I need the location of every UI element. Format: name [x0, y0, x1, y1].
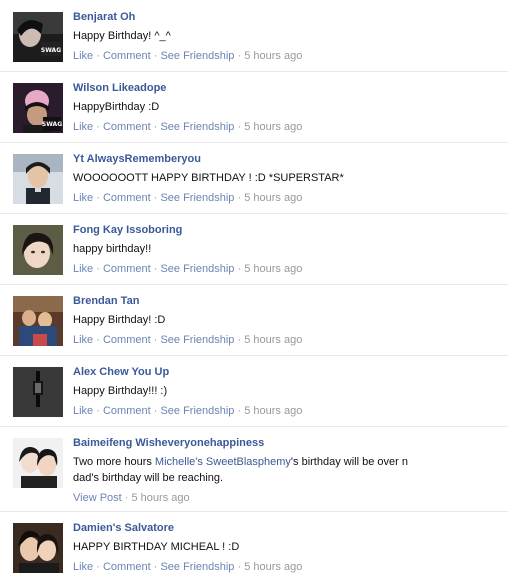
separator: ·	[93, 192, 103, 204]
separator: ·	[234, 334, 245, 346]
comment-link[interactable]: Comment	[103, 334, 151, 346]
view-post-link[interactable]: View Post	[73, 492, 122, 504]
avatar[interactable]	[13, 367, 63, 417]
post-actions: Like · Comment · See Friendship · 5 hour…	[73, 120, 508, 134]
post-actions: Like · Comment · See Friendship · 5 hour…	[73, 333, 508, 347]
separator: ·	[93, 263, 103, 275]
separator: ·	[93, 121, 103, 133]
avatar[interactable]	[13, 154, 63, 204]
separator: ·	[150, 50, 161, 62]
separator: ·	[150, 334, 161, 346]
post-actions: Like · Comment · See Friendship · 5 hour…	[73, 191, 508, 205]
separator: ·	[93, 405, 103, 417]
like-link[interactable]: Like	[73, 334, 93, 346]
wall-post: Baimeifeng Wisheveryonehappiness Two mor…	[0, 426, 508, 512]
wall-post: Yt AlwaysRememberyou WOOOOOOTT HAPPY BIR…	[0, 142, 508, 214]
post-timestamp[interactable]: 5 hours ago	[244, 405, 302, 417]
post-actions: View Post · 5 hours ago	[73, 491, 508, 505]
separator: ·	[150, 405, 161, 417]
separator: ·	[234, 263, 245, 275]
like-link[interactable]: Like	[73, 405, 93, 417]
post-author-name[interactable]: Benjarat Oh	[73, 10, 508, 24]
post-actions: Like · Comment · See Friendship · 5 hour…	[73, 404, 508, 418]
post-message: Happy Birthday!!! :)	[73, 385, 168, 397]
like-link[interactable]: Like	[73, 50, 93, 62]
like-link[interactable]: Like	[73, 263, 93, 275]
see-friendship-link[interactable]: See Friendship	[160, 334, 234, 346]
post-message: HAPPY BIRTHDAY MICHEAL ! :D	[73, 541, 240, 553]
avatar-overlay-text: SWAG	[41, 47, 61, 54]
avatar-overlay-text: SWAG	[42, 121, 62, 128]
separator: ·	[150, 192, 161, 204]
see-friendship-link[interactable]: See Friendship	[160, 121, 234, 133]
comment-link[interactable]: Comment	[103, 263, 151, 275]
avatar[interactable]: SWAG	[13, 12, 63, 62]
comment-link[interactable]: Comment	[103, 192, 151, 204]
post-message-text: Two more hours	[73, 456, 155, 468]
separator: ·	[234, 405, 245, 417]
like-link[interactable]: Like	[73, 121, 93, 133]
like-link[interactable]: Like	[73, 192, 93, 204]
post-message: happy birthday!!	[73, 243, 152, 255]
like-link[interactable]: Like	[73, 561, 93, 573]
wall-post: SWAG Wilson Likeadope HappyBirthday :D L…	[0, 71, 508, 143]
avatar[interactable]	[13, 438, 63, 488]
see-friendship-link[interactable]: See Friendship	[160, 192, 234, 204]
separator: ·	[234, 561, 245, 573]
see-friendship-link[interactable]: See Friendship	[160, 561, 234, 573]
avatar[interactable]	[13, 296, 63, 346]
post-timestamp[interactable]: 5 hours ago	[244, 334, 302, 346]
post-author-name[interactable]: Fong Kay Issoboring	[73, 223, 508, 237]
post-timestamp[interactable]: 5 hours ago	[244, 121, 302, 133]
separator: ·	[93, 334, 103, 346]
comment-link[interactable]: Comment	[103, 50, 151, 62]
post-message: HappyBirthday :D	[73, 101, 160, 113]
post-message: Happy Birthday! :D	[73, 314, 166, 326]
wall-post: Brendan Tan Happy Birthday! :D Like · Co…	[0, 284, 508, 356]
separator: ·	[150, 263, 161, 275]
separator: ·	[234, 50, 245, 62]
comment-link[interactable]: Comment	[103, 561, 151, 573]
post-author-name[interactable]: Brendan Tan	[73, 294, 508, 308]
post-author-name[interactable]: Wilson Likeadope	[73, 81, 508, 95]
post-message: WOOOOOOTT HAPPY BIRTHDAY ! :D *SUPERSTAR…	[73, 172, 344, 184]
comment-link[interactable]: Comment	[103, 121, 151, 133]
comment-link[interactable]: Comment	[103, 405, 151, 417]
mention-link[interactable]: Michelle's SweetBlasphemy	[155, 456, 291, 468]
avatar[interactable]: SWAG	[13, 83, 63, 133]
post-author-name[interactable]: Damien's Salvatore	[73, 521, 508, 535]
wall-post: Alex Chew You Up Happy Birthday!!! :) Li…	[0, 355, 508, 427]
post-timestamp[interactable]: 5 hours ago	[132, 492, 190, 504]
separator: ·	[121, 492, 132, 504]
see-friendship-link[interactable]: See Friendship	[160, 263, 234, 275]
separator: ·	[234, 192, 245, 204]
post-message: Two more hours Michelle's SweetBlasphemy…	[73, 454, 508, 486]
post-message-text: 's birthday will be over n	[290, 456, 408, 468]
avatar[interactable]	[13, 523, 63, 573]
post-timestamp[interactable]: 5 hours ago	[244, 263, 302, 275]
wall-post: Fong Kay Issoboring happy birthday!! Lik…	[0, 213, 508, 285]
see-friendship-link[interactable]: See Friendship	[160, 50, 234, 62]
post-timestamp[interactable]: 5 hours ago	[244, 561, 302, 573]
post-author-name[interactable]: Alex Chew You Up	[73, 365, 508, 379]
post-author-name[interactable]: Baimeifeng Wisheveryonehappiness	[73, 436, 508, 450]
post-timestamp[interactable]: 5 hours ago	[244, 50, 302, 62]
separator: ·	[150, 561, 161, 573]
post-timestamp[interactable]: 5 hours ago	[244, 192, 302, 204]
separator: ·	[234, 121, 245, 133]
post-actions: Like · Comment · See Friendship · 5 hour…	[73, 49, 508, 63]
separator: ·	[93, 50, 103, 62]
wall-post: Damien's Salvatore HAPPY BIRTHDAY MICHEA…	[0, 511, 508, 579]
post-actions: Like · Comment · See Friendship · 5 hour…	[73, 262, 508, 276]
post-message: Happy Birthday! ^_^	[73, 30, 171, 42]
post-author-name[interactable]: Yt AlwaysRememberyou	[73, 152, 508, 166]
post-actions: Like · Comment · See Friendship · 5 hour…	[73, 560, 508, 574]
avatar[interactable]	[13, 225, 63, 275]
post-message-text: dad's birthday will be reaching.	[73, 472, 224, 484]
separator: ·	[93, 561, 103, 573]
wall-post: SWAG Benjarat Oh Happy Birthday! ^_^ Lik…	[0, 0, 508, 72]
see-friendship-link[interactable]: See Friendship	[160, 405, 234, 417]
separator: ·	[150, 121, 161, 133]
